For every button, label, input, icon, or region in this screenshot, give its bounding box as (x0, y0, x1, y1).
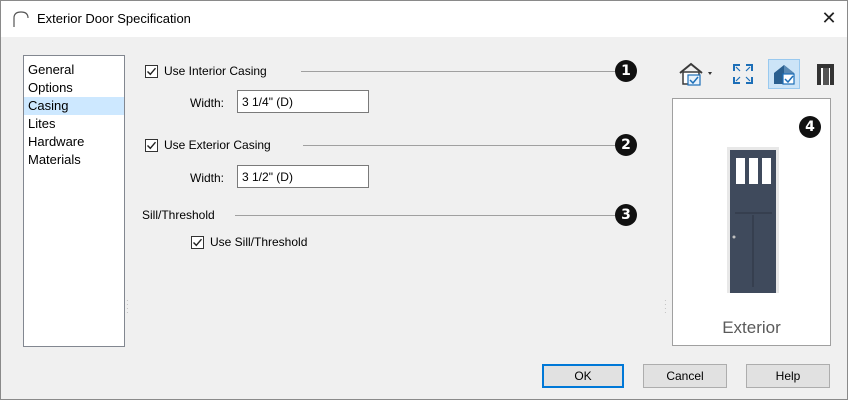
help-button[interactable]: Help (746, 364, 830, 388)
door-view-button[interactable] (813, 59, 839, 89)
checkmark-icon (147, 141, 157, 149)
sill-threshold-divider (235, 215, 623, 216)
checkmark-icon (147, 67, 157, 75)
fill-window-icon (733, 64, 753, 84)
callout-1: 1 (615, 60, 637, 82)
category-list[interactable]: General Options Casing Lites Hardware Ma… (23, 55, 125, 347)
nav-item-hardware[interactable]: Hardware (24, 133, 124, 151)
nav-item-options[interactable]: Options (24, 79, 124, 97)
interior-width-input[interactable] (237, 90, 369, 113)
use-sill-threshold-checkbox[interactable] (191, 235, 204, 249)
checkmark-icon (193, 238, 203, 246)
exterior-casing-divider (303, 145, 623, 146)
door-preview-image (727, 147, 779, 293)
title-bar: Exterior Door Specification ✕ (1, 1, 847, 37)
nav-item-general[interactable]: General (24, 61, 124, 79)
callout-3: 3 (615, 204, 637, 226)
callout-2: 2 (615, 134, 637, 156)
view-options-dropdown-button[interactable] (675, 59, 719, 89)
sill-threshold-group-label: Sill/Threshold (142, 208, 215, 222)
cancel-button[interactable]: Cancel (643, 364, 727, 388)
use-interior-casing-row[interactable]: Use Interior Casing (145, 64, 267, 78)
nav-item-lites[interactable]: Lites (24, 115, 124, 133)
use-exterior-casing-row[interactable]: Use Exterior Casing (145, 138, 271, 152)
use-sill-threshold-row[interactable]: Use Sill/Threshold (191, 235, 307, 249)
exterior-width-label: Width: (190, 171, 225, 185)
exterior-door-specification-dialog: Exterior Door Specification ✕ General Op… (0, 0, 848, 400)
splitter-grip-left[interactable]: · · · · (126, 297, 130, 317)
door-arch-icon (13, 11, 29, 27)
use-interior-casing-checkbox[interactable] (145, 64, 158, 78)
interior-width-label: Width: (190, 96, 225, 110)
preview-caption: Exterior (722, 318, 781, 337)
dropdown-arrow-icon (708, 72, 712, 75)
use-exterior-casing-checkbox[interactable] (145, 138, 158, 152)
preview-3d-icon (774, 65, 795, 85)
fill-window-button[interactable] (730, 61, 756, 87)
interior-casing-divider (301, 71, 623, 72)
window-title: Exterior Door Specification (37, 11, 191, 26)
nav-item-materials[interactable]: Materials (24, 151, 124, 169)
use-exterior-casing-label: Use Exterior Casing (164, 138, 271, 152)
splitter-grip-right[interactable]: · · · · (664, 297, 668, 317)
house-view-icon (679, 62, 712, 86)
exterior-width-input[interactable] (237, 165, 369, 188)
close-button[interactable]: ✕ (815, 5, 843, 31)
use-interior-casing-label: Use Interior Casing (164, 64, 267, 78)
preview-panel[interactable]: 4 Exterior (672, 98, 831, 346)
use-sill-threshold-label: Use Sill/Threshold (210, 235, 308, 249)
door-frame-icon (817, 64, 834, 85)
ok-button[interactable]: OK (542, 364, 624, 388)
nav-item-casing[interactable]: Casing (24, 97, 124, 115)
callout-4: 4 (799, 116, 821, 138)
show-preview-button[interactable] (768, 59, 800, 89)
